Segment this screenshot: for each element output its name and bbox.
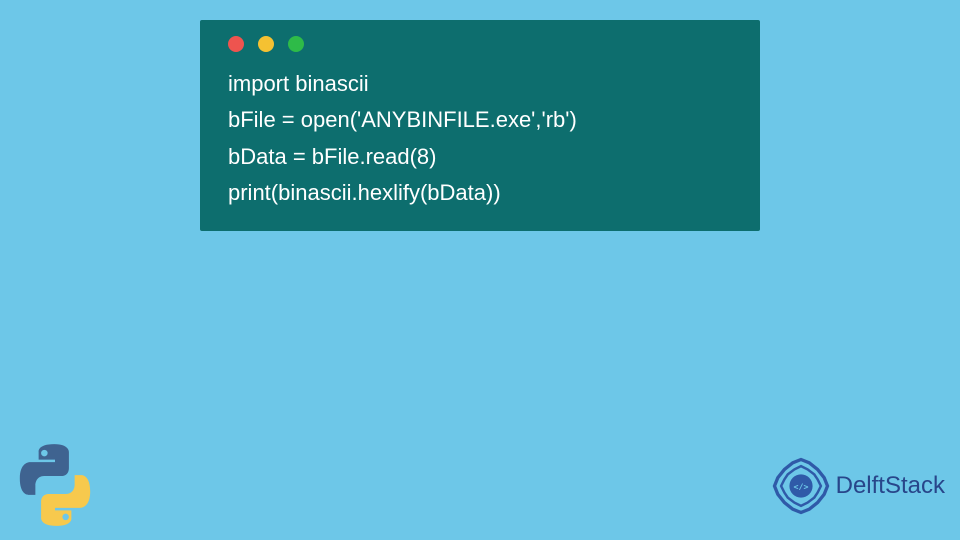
brand-name: DelftStack	[836, 472, 945, 500]
code-line: print(binascii.hexlify(bData))	[228, 180, 501, 205]
maximize-icon	[288, 36, 304, 52]
code-line: bData = bFile.read(8)	[228, 144, 437, 169]
code-line: import binascii	[228, 71, 369, 96]
python-logo-icon	[10, 440, 100, 530]
svg-text:</>: </>	[793, 481, 808, 491]
code-window: import binascii bFile = open('ANYBINFILE…	[200, 20, 760, 231]
minimize-icon	[258, 36, 274, 52]
delftstack-logo-icon: </>	[772, 457, 830, 515]
brand-area: </> DelftStack	[772, 457, 945, 515]
code-block: import binascii bFile = open('ANYBINFILE…	[228, 66, 736, 211]
close-icon	[228, 36, 244, 52]
window-controls	[228, 36, 736, 52]
code-line: bFile = open('ANYBINFILE.exe','rb')	[228, 107, 577, 132]
